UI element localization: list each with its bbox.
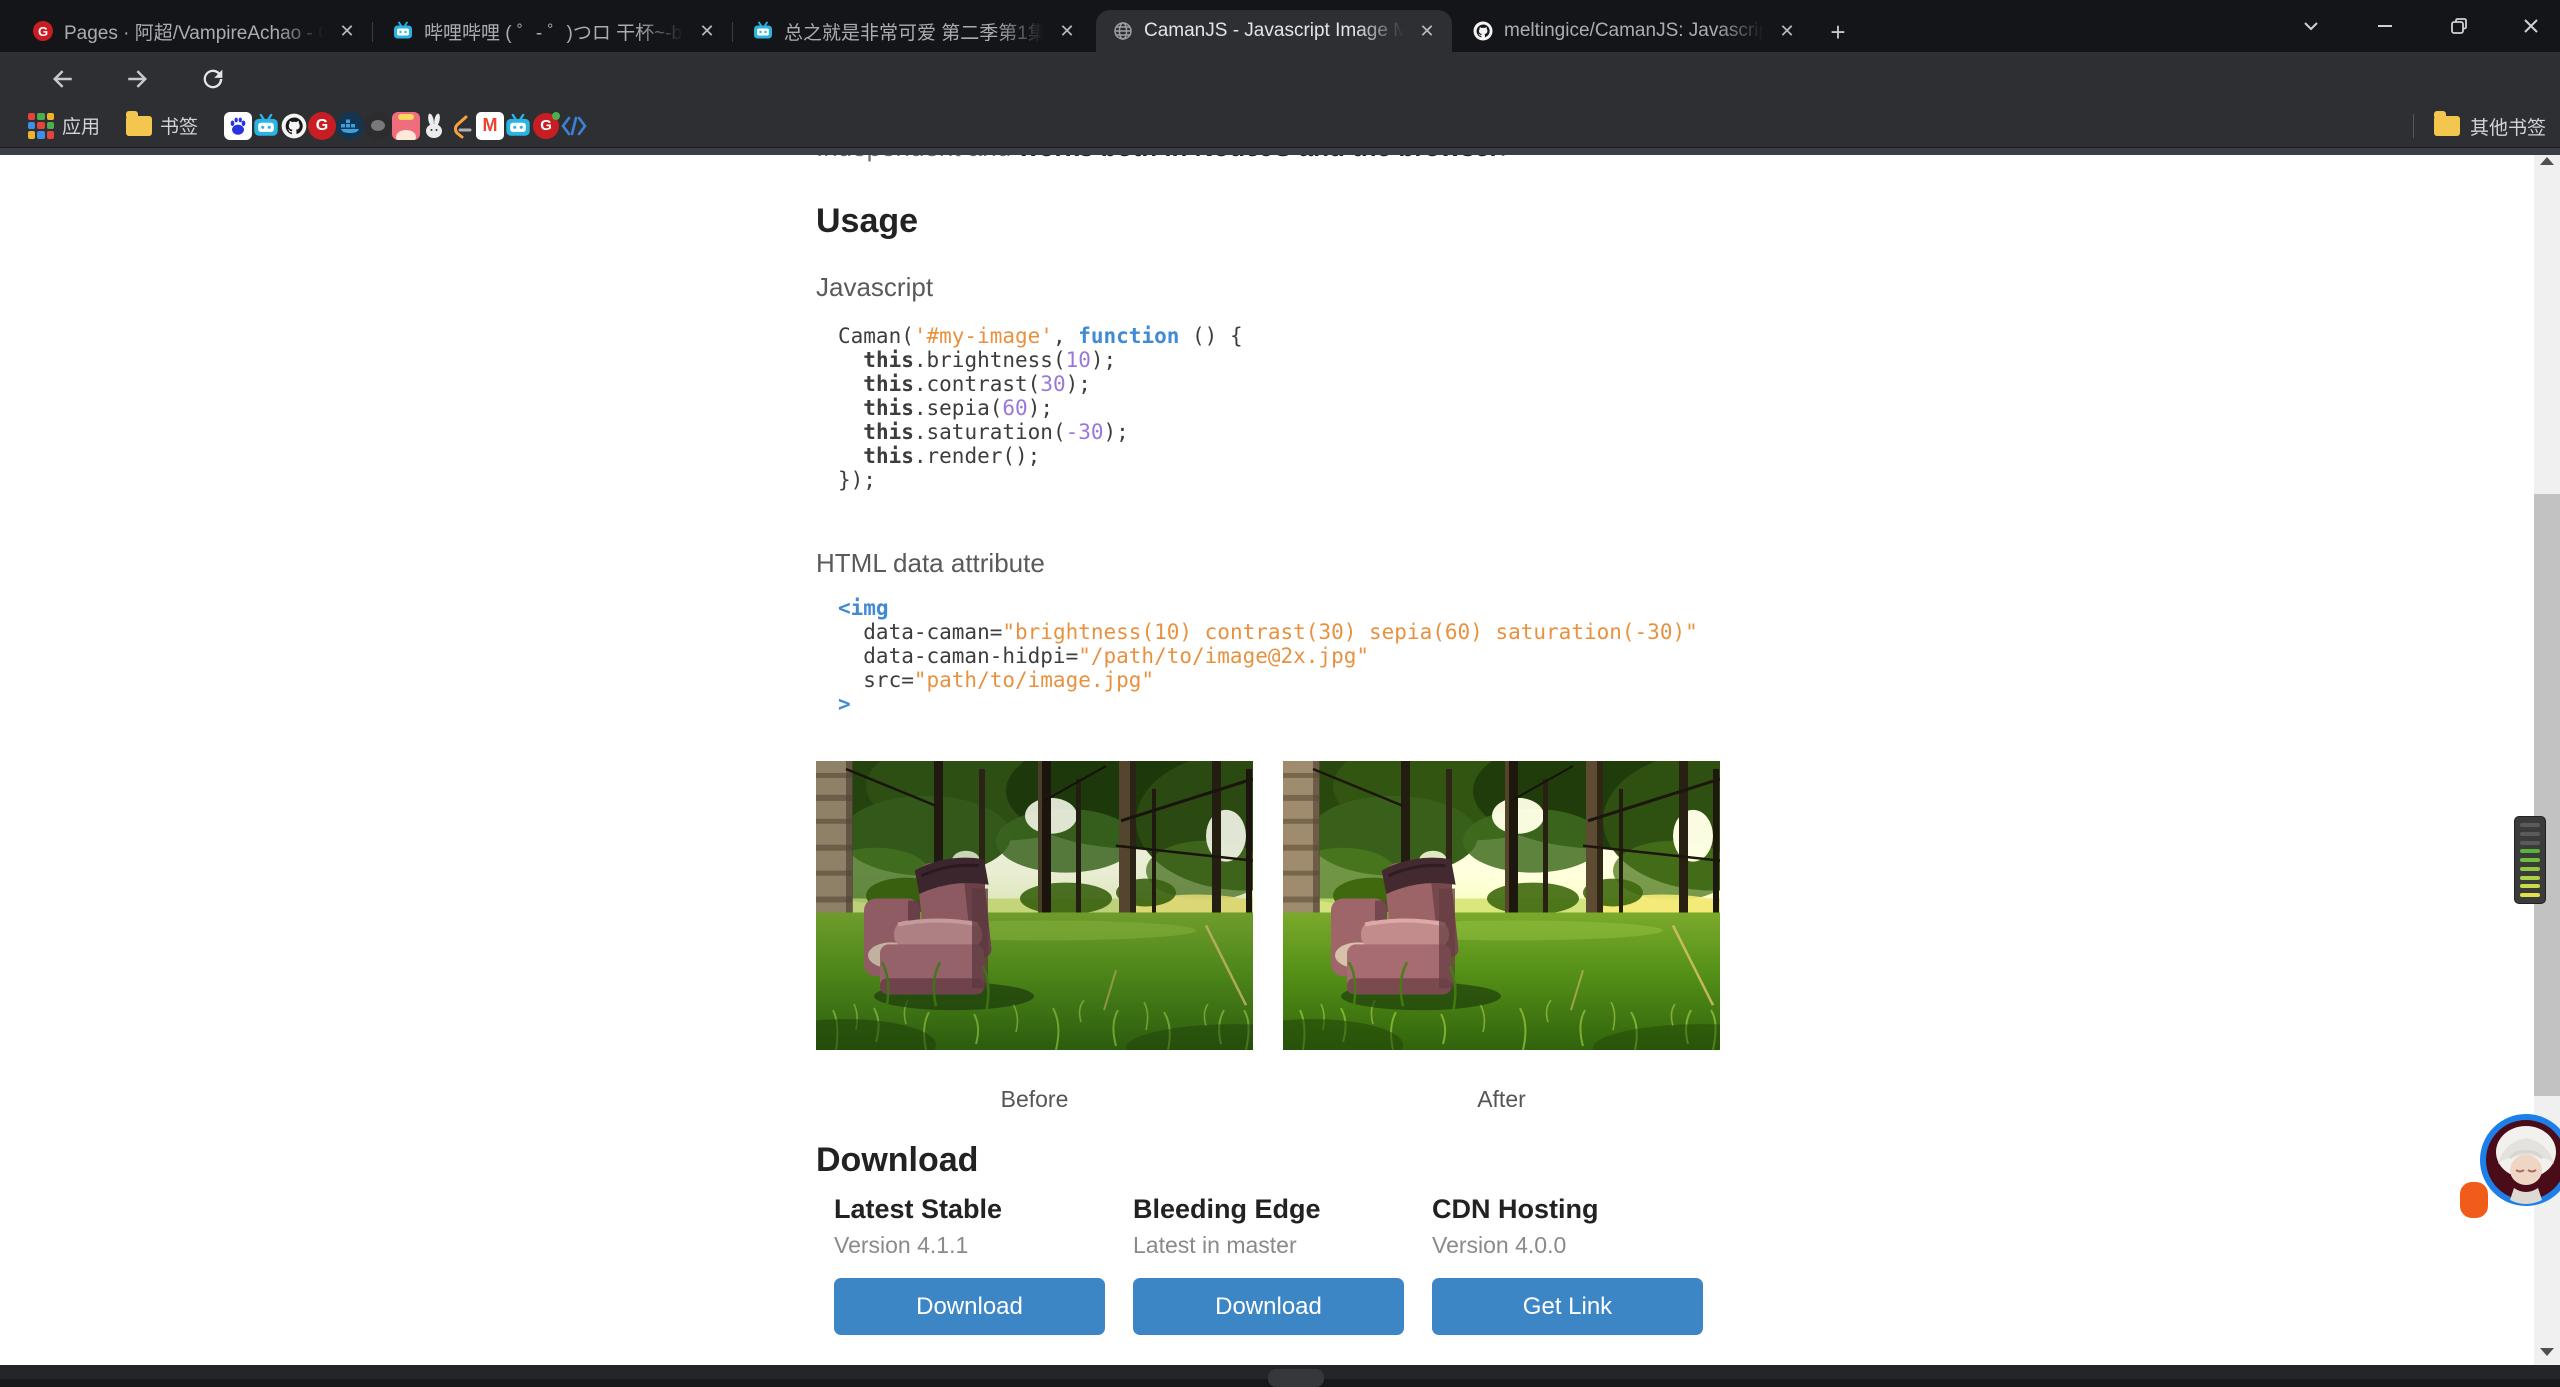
- bookmark-bilibili2-icon[interactable]: [504, 112, 532, 140]
- bookmark-bilibili-icon[interactable]: [252, 112, 280, 140]
- column-subtitle: Latest in master: [1133, 1230, 1404, 1260]
- taskbar-peek-button[interactable]: [1268, 1369, 1324, 1387]
- forward-icon[interactable]: [120, 62, 154, 96]
- folder-icon: [126, 116, 152, 136]
- folder-label: 书签: [160, 112, 198, 139]
- close-window-button[interactable]: [2508, 8, 2554, 44]
- tab-separator: [732, 22, 733, 42]
- other-bookmarks-label[interactable]: 其他书签: [2470, 113, 2546, 140]
- column-title: CDN Hosting: [1432, 1194, 1703, 1224]
- bookmark-leetcode-icon[interactable]: [448, 112, 476, 140]
- tab-bilibili-video[interactable]: 总之就是非常可爱 第二季第1集- ✕: [736, 10, 1092, 52]
- bookmark-rabbit-icon[interactable]: [420, 112, 448, 140]
- scroll-down-arrow[interactable]: [2534, 1339, 2560, 1365]
- before-image: [816, 761, 1253, 1050]
- tab-title: 哔哩哔哩 ( ゜- ゜)つロ 干杯~-bili: [424, 18, 684, 45]
- bookmarks-separator: [2413, 114, 2414, 138]
- tab-close-icon[interactable]: ✕: [334, 18, 360, 44]
- restore-button[interactable]: [2436, 8, 2482, 44]
- scrollbar-thumb[interactable]: [2534, 494, 2560, 1096]
- globe-icon: [1112, 20, 1134, 42]
- download-column-bleeding-edge: Bleeding Edge Latest in master Download: [1133, 1194, 1404, 1335]
- get-link-button[interactable]: Get Link: [1432, 1278, 1703, 1335]
- javascript-label: Javascript: [816, 272, 933, 303]
- reload-icon[interactable]: [196, 62, 230, 96]
- bookmark-docker-icon[interactable]: [336, 112, 364, 140]
- bookmark-gmail-icon[interactable]: [476, 112, 504, 140]
- tab-close-icon[interactable]: ✕: [1774, 18, 1800, 44]
- tab-strip: Pages · 阿超/VampireAchao - G ✕ 哔哩哔哩 ( ゜- …: [0, 0, 2560, 52]
- download-stable-button[interactable]: Download: [834, 1278, 1105, 1335]
- before-label: Before: [816, 1086, 1253, 1113]
- tab-close-icon[interactable]: ✕: [1054, 18, 1080, 44]
- column-subtitle: Version 4.0.0: [1432, 1230, 1703, 1260]
- tab-close-icon[interactable]: ✕: [694, 18, 720, 44]
- column-title: Latest Stable: [834, 1194, 1105, 1224]
- tab-search-chevron-icon[interactable]: [2288, 8, 2334, 44]
- download-column-latest-stable: Latest Stable Version 4.1.1 Download: [834, 1194, 1105, 1335]
- apps-label: 应用: [62, 112, 100, 139]
- bookmark-gitee2-icon[interactable]: [532, 112, 560, 140]
- bookmarks-bar: 应用 书签 其他书签: [0, 104, 2560, 148]
- column-subtitle: Version 4.1.1: [834, 1230, 1105, 1260]
- bookmark-github-icon[interactable]: [280, 112, 308, 140]
- bilibili-icon: [752, 20, 774, 42]
- html-attribute-label: HTML data attribute: [816, 548, 1045, 579]
- other-bookmarks-folder-icon: [2434, 116, 2460, 136]
- after-label: After: [1283, 1086, 1720, 1113]
- back-icon[interactable]: [46, 62, 80, 96]
- minimize-button[interactable]: [2362, 8, 2408, 44]
- tab-gitee-pages[interactable]: Pages · 阿超/VampireAchao - G ✕: [16, 10, 372, 52]
- tab-camanjs-active[interactable]: CamanJS - Javascript Image M ✕: [1096, 10, 1452, 52]
- bookmark-anime-icon[interactable]: [392, 112, 420, 140]
- download-heading: Download: [816, 1141, 978, 1180]
- tab-github-camanjs[interactable]: meltingice/CamanJS: Javascrip ✕: [1456, 10, 1812, 52]
- scrollbar-minimap-widget[interactable]: [2514, 816, 2546, 904]
- download-edge-button[interactable]: Download: [1133, 1278, 1404, 1335]
- tab-title: Pages · 阿超/VampireAchao - G: [64, 18, 324, 45]
- download-column-cdn: CDN Hosting Version 4.0.0 Get Link: [1432, 1194, 1703, 1335]
- bilibili-icon: [392, 20, 414, 42]
- after-image: [1283, 761, 1720, 1050]
- tab-title: 总之就是非常可爱 第二季第1集-: [784, 18, 1044, 45]
- page-content: Independent and works both in NodeJS and…: [0, 148, 2560, 1365]
- tab-close-icon[interactable]: ✕: [1414, 18, 1440, 44]
- browser-toolbar: 不安全 camanjs.com 2 ⋮: [0, 52, 2560, 104]
- tab-title: meltingice/CamanJS: Javascrip: [1504, 20, 1764, 42]
- apps-grid-icon: [28, 113, 54, 139]
- taskbar-edge: [0, 1365, 2560, 1379]
- github-icon: [1472, 20, 1494, 42]
- site-header-bottom-edge: [0, 148, 2560, 155]
- column-title: Bleeding Edge: [1133, 1194, 1404, 1224]
- bookmark-baidu-icon[interactable]: [224, 112, 252, 140]
- tab-title: CamanJS - Javascript Image M: [1144, 20, 1404, 42]
- gitee-icon: [32, 20, 54, 42]
- bookmark-monkey-icon[interactable]: [364, 112, 392, 140]
- tab-bilibili-home[interactable]: 哔哩哔哩 ( ゜- ゜)つロ 干杯~-bili ✕: [376, 10, 732, 52]
- new-tab-button[interactable]: +: [1822, 16, 1854, 48]
- tab-separator: [372, 22, 373, 42]
- html-code-block: <img data-caman="brightness(10) contrast…: [838, 596, 1698, 716]
- bookmark-code-brackets-icon[interactable]: [560, 112, 588, 140]
- apps-shortcut[interactable]: 应用: [28, 112, 100, 139]
- bookmarks-folder[interactable]: 书签: [126, 112, 198, 139]
- javascript-code-block: Caman('#my-image', function () { this.br…: [838, 324, 1243, 492]
- bookmark-gitee-icon[interactable]: [308, 112, 336, 140]
- floating-avatar[interactable]: [2480, 1114, 2560, 1206]
- usage-heading: Usage: [816, 202, 918, 241]
